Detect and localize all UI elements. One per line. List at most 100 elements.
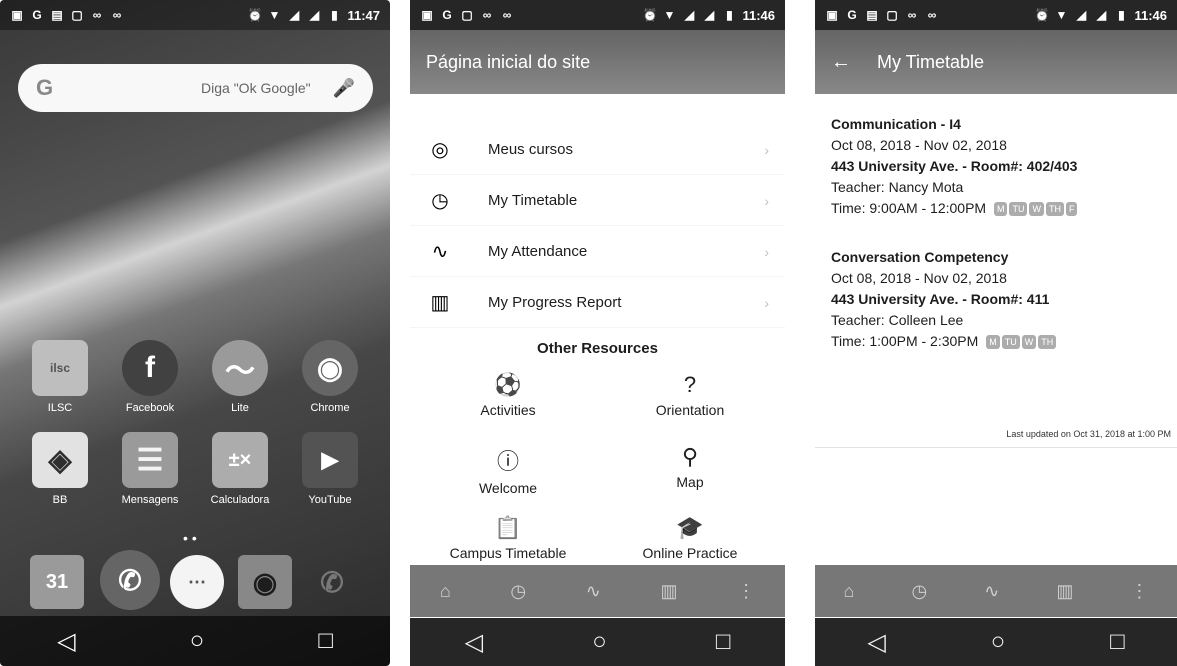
app-chrome[interactable]: ◉ Chrome bbox=[290, 340, 370, 414]
progress-tab-icon[interactable]: ▥ bbox=[1056, 581, 1073, 602]
status-time: 11:46 bbox=[1134, 7, 1167, 23]
calendar-icon[interactable]: 31 bbox=[30, 555, 84, 609]
resource-map[interactable]: ⚲ Map bbox=[600, 444, 780, 490]
timetable-tab-icon[interactable]: ◷ bbox=[510, 581, 526, 602]
resource-orientation[interactable]: ? Orientation bbox=[600, 372, 780, 418]
phone-icon[interactable]: ✆ bbox=[305, 555, 359, 609]
page-title: My Timetable bbox=[877, 51, 985, 72]
signal-icon: ◢ bbox=[1076, 8, 1087, 22]
google-notification-icon: G bbox=[32, 8, 42, 22]
courses-icon: ◎ bbox=[431, 139, 449, 161]
back-icon[interactable]: ◁ bbox=[465, 628, 483, 657]
resource-online-practice[interactable]: 🎓 Online Practice bbox=[600, 515, 780, 561]
alarm-icon: ⏰ bbox=[642, 8, 658, 22]
attendance-tab-icon[interactable]: ∿ bbox=[586, 581, 601, 602]
course-teacher: Teacher: Nancy Mota bbox=[831, 179, 964, 195]
home-tab-icon[interactable]: ⌂ bbox=[440, 581, 451, 602]
android-nav-bar: ◁ ○ □ bbox=[410, 618, 785, 666]
menu-item-attendance[interactable]: ∿ My Attendance › bbox=[410, 227, 785, 277]
app-label: Mensagens bbox=[121, 494, 179, 506]
whatsapp-icon[interactable]: ✆ bbox=[100, 550, 160, 610]
menu-item-courses[interactable]: ◎ Meus cursos › bbox=[410, 125, 785, 175]
day-badge: M bbox=[986, 335, 1000, 350]
app-messenger-lite[interactable]: 〜 Lite bbox=[200, 340, 280, 414]
app-ilsc[interactable]: ilsc ILSC bbox=[20, 340, 100, 414]
google-notification-icon: G bbox=[442, 8, 452, 22]
app-label: YouTube bbox=[308, 494, 352, 506]
camera-icon[interactable]: ◉ bbox=[238, 555, 292, 609]
map-pin-icon: ⚲ bbox=[681, 444, 699, 469]
more-vert-icon[interactable]: ⋮ bbox=[1130, 581, 1148, 602]
timetable-tab-icon[interactable]: ◷ bbox=[911, 581, 927, 602]
progress-icon: ▥ bbox=[430, 292, 450, 314]
signal-icon: ◢ bbox=[684, 8, 695, 22]
attendance-tab-icon[interactable]: ∿ bbox=[984, 581, 999, 602]
wifi-icon: ▼ bbox=[1055, 8, 1068, 22]
bottom-tab-bar: ⌂ ◷ ∿ ▥ ⋮ bbox=[410, 565, 785, 617]
app-drawer-icon[interactable]: ⋯ bbox=[170, 555, 224, 609]
app-youtube[interactable]: ▶ YouTube bbox=[290, 432, 370, 506]
messenger-icon: 〜 bbox=[212, 340, 268, 396]
chrome-icon: ◉ bbox=[302, 340, 358, 396]
resource-activities[interactable]: ⚽ Activities bbox=[418, 372, 598, 418]
timetable-screen: ▣ G ▤ ▢ ∞ ∞ ⏰ ▼ ◢ ◢ ▮ 11:46 ← My Timetab… bbox=[815, 0, 1177, 666]
menu-item-label: My Progress Report bbox=[488, 294, 622, 311]
home-icon[interactable]: ○ bbox=[190, 627, 205, 655]
menu-item-label: My Timetable bbox=[488, 192, 578, 209]
recents-icon[interactable]: □ bbox=[1110, 628, 1125, 656]
back-arrow-icon[interactable]: ← bbox=[831, 51, 851, 74]
facebook-icon: f bbox=[122, 340, 178, 396]
wifi-icon: ▼ bbox=[663, 8, 676, 22]
home-screen: ▣ G ▤ ▢ ∞ ∞ ⏰ ▼ ◢ ◢ ▮ 11:47 G Diga "Ok G… bbox=[0, 0, 390, 666]
day-badge: TH bbox=[1045, 202, 1064, 217]
resource-welcome[interactable]: ⓘ Welcome bbox=[418, 444, 598, 496]
page-title: Página inicial do site bbox=[426, 51, 591, 72]
timetable-entry: Communication - I4 Oct 08, 2018 - Nov 02… bbox=[831, 114, 1161, 219]
back-icon[interactable]: ◁ bbox=[57, 627, 75, 656]
microphone-icon[interactable]: 🎤 bbox=[333, 78, 355, 99]
home-tab-icon[interactable]: ⌂ bbox=[844, 581, 855, 602]
screenshot-notification-icon: ▢ bbox=[71, 8, 83, 22]
progress-tab-icon[interactable]: ▥ bbox=[660, 581, 677, 602]
info-icon: ⓘ bbox=[496, 449, 519, 474]
app-facebook[interactable]: f Facebook bbox=[110, 340, 190, 414]
course-time: Time: 1:00PM - 2:30PM bbox=[831, 333, 979, 349]
google-search-bar[interactable]: G Diga "Ok Google" 🎤 bbox=[18, 64, 373, 112]
course-location: 443 University Ave. - Room#: 411 bbox=[831, 291, 1050, 307]
day-badge: W bbox=[1021, 335, 1037, 350]
course-dates: Oct 08, 2018 - Nov 02, 2018 bbox=[831, 137, 1007, 153]
battery-icon: ▮ bbox=[331, 8, 338, 22]
last-updated: Last updated on Oct 31, 2018 at 1:00 PM bbox=[1006, 429, 1171, 439]
recents-icon[interactable]: □ bbox=[716, 628, 731, 656]
battery-icon: ▮ bbox=[1118, 8, 1125, 22]
flipboard-notification-icon: ▣ bbox=[11, 8, 23, 22]
course-time-row: Time: 9:00AM - 12:00PM M TU W TH F bbox=[831, 198, 1161, 219]
flipboard-notification-icon: ▣ bbox=[421, 8, 433, 22]
google-icon: G bbox=[36, 75, 54, 100]
menu-item-timetable[interactable]: ◷ My Timetable › bbox=[410, 176, 785, 226]
day-badge: M bbox=[993, 202, 1008, 217]
app-bb[interactable]: ◈ BB bbox=[20, 432, 100, 506]
status-bar: ▣ G ▤ ▢ ∞ ∞ ⏰ ▼ ◢ ◢ ▮ 11:46 bbox=[815, 0, 1177, 30]
attendance-icon: ∿ bbox=[431, 241, 449, 263]
course-time: Time: 9:00AM - 12:00PM bbox=[831, 200, 987, 216]
back-icon[interactable]: ◁ bbox=[867, 628, 885, 657]
signal-icon: ◢ bbox=[289, 8, 300, 22]
search-hint: Diga "Ok Google" bbox=[201, 80, 311, 96]
clipboard-icon: 📋 bbox=[494, 515, 522, 540]
home-icon[interactable]: ○ bbox=[592, 628, 607, 656]
chevron-right-icon: › bbox=[764, 141, 769, 158]
app-calculator[interactable]: ±× Calculadora bbox=[200, 432, 280, 506]
more-vert-icon[interactable]: ⋮ bbox=[737, 581, 755, 602]
menu-item-label: My Attendance bbox=[488, 243, 588, 260]
battery-icon: ▮ bbox=[726, 8, 733, 22]
recents-icon[interactable]: □ bbox=[318, 627, 333, 655]
screenshot-notification-icon: ▢ bbox=[461, 8, 473, 22]
home-icon[interactable]: ○ bbox=[991, 628, 1006, 656]
app-label: Facebook bbox=[125, 402, 175, 414]
app-bar: ← My Timetable bbox=[815, 30, 1177, 94]
resource-campus-timetable[interactable]: 📋 Campus Timetable bbox=[418, 515, 598, 561]
resource-label: Map bbox=[676, 474, 704, 490]
app-messages[interactable]: ☰ Mensagens bbox=[110, 432, 190, 506]
menu-item-progress-report[interactable]: ▥ My Progress Report › bbox=[410, 278, 785, 328]
